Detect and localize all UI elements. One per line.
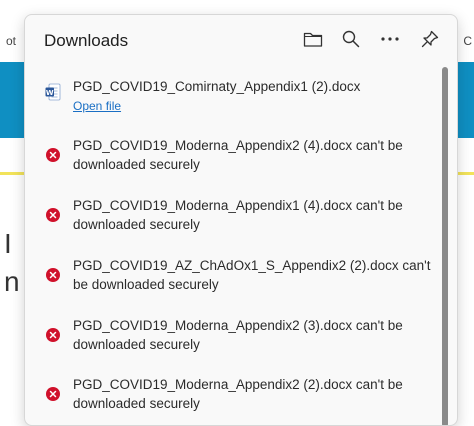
background-tab-text-right: C (463, 34, 472, 48)
error-icon (46, 328, 60, 342)
download-filename: PGD_COVID19_Moderna_Appendix2 (4).docx c… (73, 138, 403, 172)
download-item[interactable]: PGD_COVID19_Moderna_Appendix1 (4).docx c… (25, 196, 443, 240)
downloads-flyout: Downloads W PGD_COVID19_Comirnaty_Append… (24, 14, 458, 426)
background-tab-text: ot (6, 34, 17, 48)
download-filename: PGD_COVID19_Moderna_Appendix2 (3).docx c… (73, 318, 403, 352)
downloads-title: Downloads (44, 31, 129, 50)
background-heading-fragment: I (4, 228, 12, 259)
download-item[interactable]: W PGD_COVID19_Comirnaty_Appendix1 (2).do… (25, 77, 443, 121)
search-icon[interactable] (339, 27, 363, 51)
download-item[interactable]: PGD_COVID19_AZ_ChAdOx1_S_Appendix2 (2).d… (25, 256, 443, 300)
background-heading-fragment: n (4, 266, 20, 297)
download-item[interactable]: PGD_COVID19_Moderna_Appendix2 (3).docx c… (25, 316, 443, 360)
pin-icon[interactable] (418, 27, 442, 51)
download-item[interactable]: PGD_COVID19_Moderna_Appendix2 (4).docx c… (25, 136, 443, 180)
error-icon (46, 148, 60, 162)
scrollbar-thumb[interactable] (442, 67, 448, 425)
svg-text:W: W (46, 89, 54, 97)
error-icon (46, 268, 60, 282)
download-filename: PGD_COVID19_AZ_ChAdOx1_S_Appendix2 (2).d… (73, 258, 431, 292)
downloads-header: Downloads (25, 15, 457, 65)
download-filename: PGD_COVID19_Comirnaty_Appendix1 (2).docx (73, 79, 361, 94)
more-options-icon[interactable] (378, 27, 402, 51)
download-filename: PGD_COVID19_Moderna_Appendix1 (4).docx c… (73, 198, 403, 232)
open-file-link[interactable]: Open file (73, 99, 121, 113)
downloads-list: W PGD_COVID19_Comirnaty_Appendix1 (2).do… (25, 69, 443, 425)
error-icon (46, 208, 60, 222)
word-doc-icon: W (45, 83, 61, 101)
folder-icon[interactable] (301, 27, 325, 51)
error-icon (46, 387, 60, 401)
download-filename: PGD_COVID19_Moderna_Appendix2 (2).docx c… (73, 377, 403, 411)
download-item[interactable]: PGD_COVID19_Moderna_Appendix2 (2).docx c… (25, 375, 443, 419)
scrollbar[interactable] (441, 67, 449, 425)
